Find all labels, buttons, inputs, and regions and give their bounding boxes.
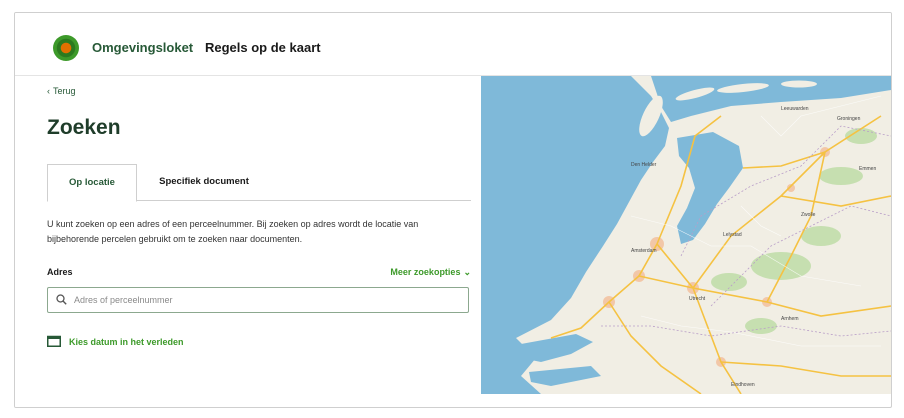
map-label-utrecht: Utrecht xyxy=(689,296,706,302)
map-label-groningen: Groningen xyxy=(837,116,861,122)
tab-specifiek-document[interactable]: Specifiek document xyxy=(145,164,263,200)
app-name-link[interactable]: Omgevingsloket xyxy=(92,40,193,55)
top-header: Omgevingsloket Regels op de kaart xyxy=(15,13,891,76)
map-label-eindhoven: Eindhoven xyxy=(731,382,755,388)
address-label: Adres xyxy=(47,267,73,277)
tab-op-locatie[interactable]: Op locatie xyxy=(47,164,137,202)
map-label-leeuwarden: Leeuwarden xyxy=(781,106,809,112)
search-panel: ‹ Terug Zoeken Op locatie Specifiek docum… xyxy=(15,76,481,407)
search-icon xyxy=(56,294,67,305)
search-tabs: Op locatie Specifiek document xyxy=(47,164,471,202)
more-options-label: Meer zoekopties xyxy=(390,267,461,277)
choose-past-date-label: Kies datum in het verleden xyxy=(69,337,184,347)
netherlands-map: Den Helder Amsterdam Utrecht Zwolle Gron… xyxy=(516,76,891,394)
calendar-icon xyxy=(47,335,61,347)
back-label: Terug xyxy=(53,86,76,96)
map-island-ameland xyxy=(781,80,817,88)
map-label-den-helder: Den Helder xyxy=(631,162,657,168)
map-label-emmen: Emmen xyxy=(859,166,876,172)
chevron-left-icon: ‹ xyxy=(47,86,50,96)
map-label-amsterdam: Amsterdam xyxy=(631,248,657,254)
chevron-down-icon: ⌄ xyxy=(463,267,471,277)
page-title: Zoeken xyxy=(47,116,121,139)
map-label-arnhem: Arnhem xyxy=(781,316,799,322)
search-description: U kunt zoeken op een adres of een percee… xyxy=(47,219,419,244)
address-search-input[interactable] xyxy=(72,290,456,310)
map-label-zwolle: Zwolle xyxy=(801,212,816,218)
map-label-lelystad: Lelystad xyxy=(723,232,742,238)
omgevingsloket-logo-icon[interactable] xyxy=(53,35,79,61)
nav-rules-on-map[interactable]: Regels op de kaart xyxy=(205,40,321,55)
app-window: Omgevingsloket Regels op de kaart ‹ Terug… xyxy=(14,12,892,408)
address-search-field[interactable] xyxy=(47,287,469,313)
more-options-toggle[interactable]: Meer zoekopties ⌄ xyxy=(390,267,471,278)
map-view[interactable]: Den Helder Amsterdam Utrecht Zwolle Gron… xyxy=(481,76,891,394)
back-link[interactable]: ‹ Terug xyxy=(47,86,76,96)
